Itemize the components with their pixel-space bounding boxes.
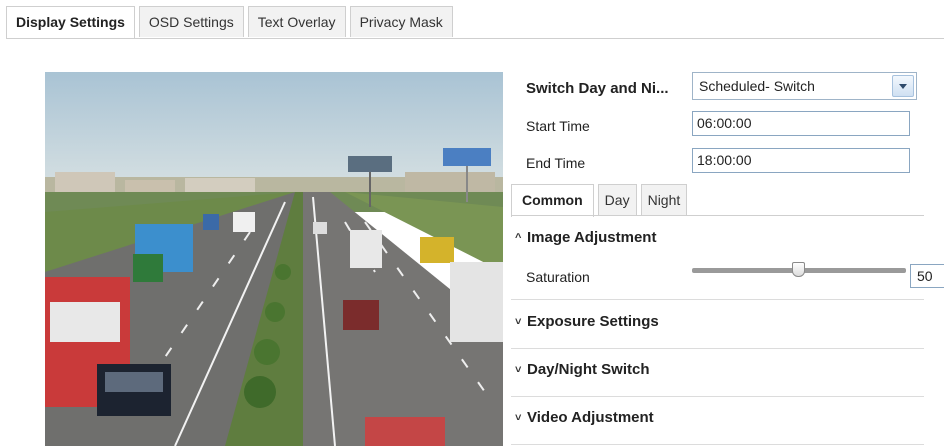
section-divider (511, 444, 924, 445)
section-divider (511, 299, 924, 300)
caret-up-icon: ^ (515, 232, 522, 244)
switch-day-night-label: Switch Day and Ni... (526, 80, 669, 97)
saturation-label: Saturation (526, 269, 590, 285)
saturation-value-input[interactable]: 50 (910, 264, 944, 288)
tab-osd-settings[interactable]: OSD Settings (138, 6, 244, 37)
tab-common[interactable]: Common (511, 184, 594, 217)
section-exposure-settings[interactable]: ˅ Exposure Settings (515, 313, 659, 330)
section-divider (511, 348, 924, 349)
start-time-label: Start Time (526, 118, 590, 134)
end-time-input[interactable]: 18:00:00 (692, 148, 910, 173)
top-tab-bar: Display Settings OSD Settings Text Overl… (6, 6, 457, 39)
tab-text-overlay[interactable]: Text Overlay (247, 6, 346, 37)
end-time-label: End Time (526, 155, 586, 171)
section-day-night-switch[interactable]: ˅ Day/Night Switch (515, 361, 650, 378)
dropdown-arrow-icon[interactable] (892, 75, 914, 97)
tab-day[interactable]: Day (597, 184, 637, 215)
section-image-adjustment[interactable]: ^ Image Adjustment (515, 229, 656, 246)
switch-day-night-select[interactable]: Scheduled- Switch (692, 72, 917, 100)
live-video-preview (45, 72, 503, 446)
section-divider (511, 396, 924, 397)
switch-day-night-value: Scheduled- Switch (699, 78, 815, 94)
mode-tab-bar: Common Day Night (511, 184, 691, 217)
section-video-adjustment[interactable]: ˅ Video Adjustment (515, 409, 654, 426)
caret-down-icon: ˅ (515, 364, 522, 376)
tab-display-settings[interactable]: Display Settings (6, 6, 135, 39)
mode-tab-divider (511, 215, 924, 216)
caret-down-icon: ˅ (515, 316, 522, 328)
caret-down-icon: ˅ (515, 412, 522, 424)
start-time-input[interactable]: 06:00:00 (692, 111, 910, 136)
saturation-slider-handle[interactable] (792, 262, 805, 277)
tab-divider (6, 38, 944, 39)
tab-night[interactable]: Night (640, 184, 688, 215)
tab-privacy-mask[interactable]: Privacy Mask (349, 6, 453, 37)
